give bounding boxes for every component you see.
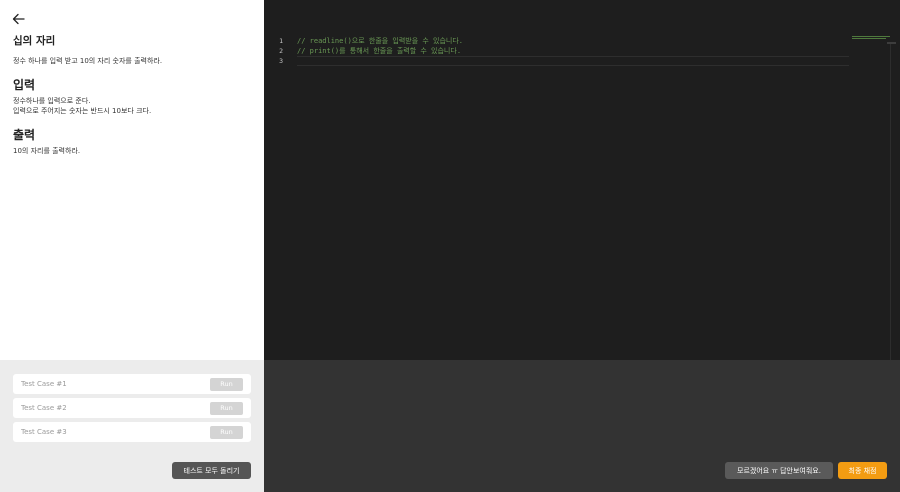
- test-case-row: Test Case #1 Run: [13, 374, 251, 394]
- minimap[interactable]: [852, 36, 892, 39]
- show-answer-button[interactable]: 모르겠어요 ㅠ 답안보여줘요.: [725, 462, 833, 479]
- line-number: 3: [279, 57, 283, 65]
- line-number: 2: [279, 47, 283, 55]
- test-case-row: Test Case #3 Run: [13, 422, 251, 442]
- problem-statement: 십의 자리 정수 하나를 입력 받고 10의 자리 숫자를 출력하라. 입력 정…: [13, 34, 253, 156]
- code-area[interactable]: // readline()으로 한줄을 입력받을 수 있습니다. // prin…: [297, 36, 857, 66]
- output-heading: 출력: [13, 127, 36, 142]
- input-line-2: 입력으로 주어지는 숫자는 반드시 10보다 크다.: [13, 107, 152, 115]
- line-number-gutter: 1 2 3: [264, 36, 294, 66]
- code-line-current[interactable]: [297, 56, 849, 66]
- code-line[interactable]: // readline()으로 한줄을 입력받을 수 있습니다.: [297, 36, 857, 46]
- line-number: 1: [279, 37, 283, 45]
- back-arrow-icon[interactable]: [12, 12, 26, 26]
- final-submit-button[interactable]: 최종 채점: [838, 462, 887, 479]
- editor-scrollbar-track: [890, 42, 891, 360]
- test-case-label: Test Case #3: [21, 428, 67, 436]
- problem-title: 십의 자리: [13, 35, 56, 47]
- input-heading: 입력: [13, 77, 36, 92]
- problem-description: 정수 하나를 입력 받고 10의 자리 숫자를 출력하라.: [13, 57, 163, 65]
- run-button[interactable]: Run: [210, 377, 243, 391]
- test-case-row: Test Case #2 Run: [13, 398, 251, 418]
- output-line: 10의 자리를 출력하라.: [13, 146, 81, 155]
- run-all-tests-button[interactable]: 테스트 모두 돌리기: [172, 462, 251, 479]
- code-line[interactable]: // print()를 통해서 한줄을 출력할 수 있습니다.: [297, 46, 857, 56]
- code-editor[interactable]: 1 2 3 // readline()으로 한줄을 입력받을 수 있습니다. /…: [264, 0, 900, 360]
- editor-scrollbar[interactable]: [887, 42, 896, 44]
- run-button[interactable]: Run: [210, 401, 243, 415]
- test-case-label: Test Case #1: [21, 380, 67, 388]
- input-line-1: 정수하나를 입력으로 준다.: [13, 96, 91, 105]
- run-button[interactable]: Run: [210, 425, 243, 439]
- test-case-label: Test Case #2: [21, 404, 67, 412]
